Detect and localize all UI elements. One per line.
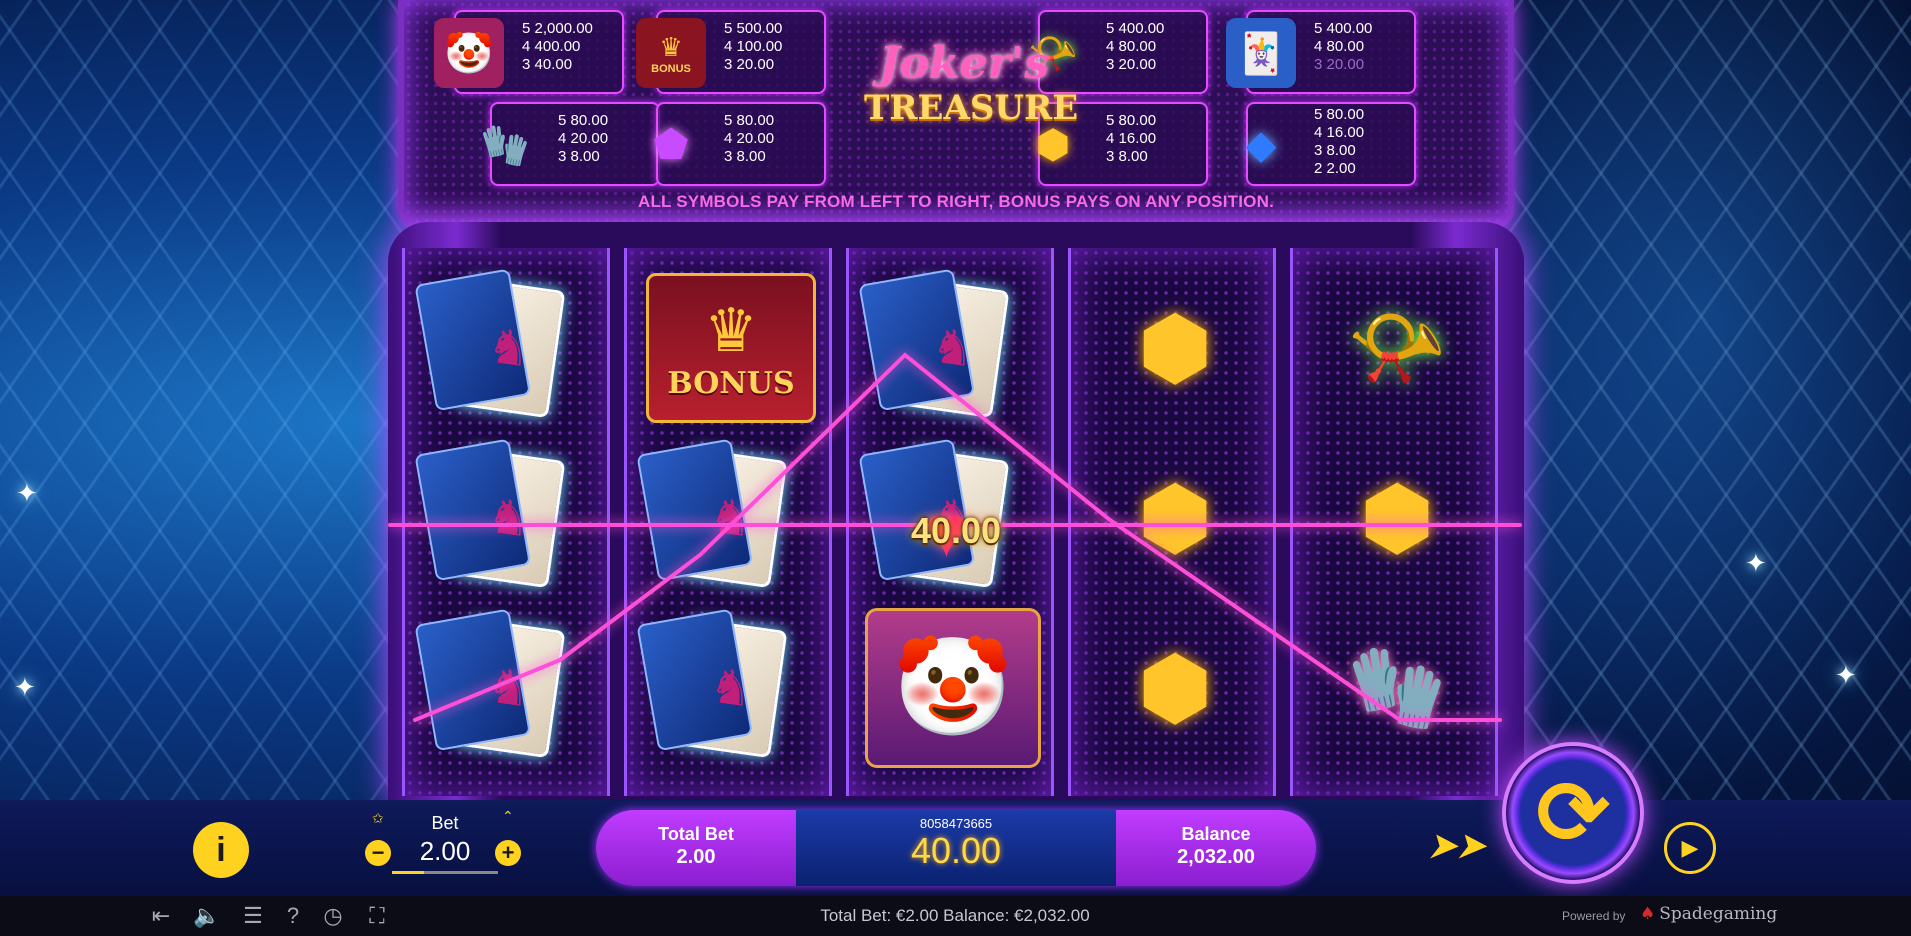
menu-icon[interactable]: ☰ xyxy=(238,904,268,928)
balance-value: 2,032.00 xyxy=(1177,846,1255,868)
payout-lines: 5 400.00 4 80.00 3 20.00 xyxy=(1106,20,1165,73)
reel-4: ⬢ ⬢ ⬢ xyxy=(1068,248,1276,796)
gloves-icon: 🧤 xyxy=(1347,643,1447,732)
payout-lines: 5 80.00 4 16.00 3 8.00 xyxy=(1106,112,1157,165)
joker-card-icon: ♞ xyxy=(641,438,821,598)
spin-icon: ⟳ xyxy=(1536,763,1610,862)
joker-card-icon: ♞ xyxy=(419,268,599,428)
yellow-gem-icon: ⬢ xyxy=(1359,470,1435,566)
paytable-entry: ⬟ 5 80.00 4 20.00 3 8.00 xyxy=(654,102,826,186)
line-win-amount: 40.00 xyxy=(910,510,1002,551)
bet-summary-panel: Total Bet 2.00 8058473665 40.00 Balance … xyxy=(596,810,1316,886)
bonus-label: BONUS xyxy=(667,365,795,401)
reel-1: ♞ ♞ ♞ xyxy=(402,248,610,796)
total-bet-value: 2.00 xyxy=(676,846,716,868)
payout-lines: 5 80.00 4 20.00 3 8.00 xyxy=(558,112,609,165)
jester-icon: 🤡 xyxy=(863,608,1043,768)
paytable-entry: 🤡 5 2,000.00 4 400.00 3 40.00 xyxy=(434,10,624,94)
bet-label: Bet xyxy=(431,813,459,833)
sound-icon[interactable]: 🔈 xyxy=(192,904,222,928)
reel-5: 📯 ⬢ 🧤 xyxy=(1290,248,1498,796)
payout-lines: 5 2,000.00 4 400.00 3 40.00 xyxy=(522,20,593,73)
powered-by-label: Powered by xyxy=(1562,909,1626,923)
brand-name: ♠ Spadegaming xyxy=(1640,904,1777,924)
jester-icon: 🤡 xyxy=(434,18,504,88)
payout-lines: 5 80.00 4 20.00 3 8.00 xyxy=(724,112,775,165)
sparkle-icon: ✦ xyxy=(14,672,36,702)
paytable-entry: 🃏 5 400.00 4 80.00 3 20.00 xyxy=(1226,10,1416,94)
payout-lines: 5 500.00 4 100.00 3 20.00 xyxy=(724,20,783,73)
exit-icon[interactable]: ⇤ xyxy=(146,904,176,928)
autoplay-button[interactable]: ▶ xyxy=(1664,822,1716,874)
sparkle-icon: ✦ xyxy=(16,478,38,508)
joker-card-icon: ♞ xyxy=(641,608,821,768)
payout-lines: 5 80.00 4 16.00 3 8.00 2 2.00 xyxy=(1314,106,1365,177)
sparkle-icon: ✦ xyxy=(1835,660,1857,690)
yellow-gem-icon: ⬢ xyxy=(1137,640,1213,736)
max-bet-icon[interactable]: ⌃ xyxy=(502,808,514,825)
paytable: 🤡 5 2,000.00 4 400.00 3 40.00 ♛ BONUS 5 5… xyxy=(398,0,1514,228)
paytable-entry: ◆ 5 80.00 4 16.00 3 8.00 2 2.00 xyxy=(1246,102,1416,186)
logo-subtitle: TREASURE xyxy=(864,88,1079,128)
win-value: 40.00 xyxy=(910,830,1002,871)
payout-lines: 5 400.00 4 80.00 3 20.00 xyxy=(1314,20,1373,73)
bet-value: 2.00 xyxy=(419,836,471,866)
paytable-note: ALL SYMBOLS PAY FROM LEFT TO RIGHT, BONU… xyxy=(637,192,1274,211)
bonus-crown-icon: ♛ BONUS xyxy=(641,268,821,428)
game-logo: Joker's TREASURE xyxy=(864,38,1079,160)
paytable-entry: 🧤 5 80.00 4 20.00 3 8.00 xyxy=(480,102,660,186)
fullscreen-icon[interactable]: ⛶ xyxy=(362,904,392,928)
turbo-button[interactable]: ➤➤ xyxy=(1428,826,1485,870)
joker-card-icon: 🃏 xyxy=(1226,18,1296,88)
total-bet-label: Total Bet xyxy=(658,824,734,844)
sparkle-icon: ✦ xyxy=(1745,548,1767,578)
win-panel: 8058473665 40.00 xyxy=(796,810,1116,886)
balance-label: Balance xyxy=(1181,824,1251,844)
help-icon[interactable]: ? xyxy=(278,904,308,928)
reel-2: ♛ BONUS ♞ ♞ xyxy=(624,248,832,796)
gloves-icon: 🧤 xyxy=(480,123,530,168)
logo-title: Joker's xyxy=(878,38,1050,89)
spin-button[interactable]: ⟳ xyxy=(1502,742,1644,884)
yellow-gem-icon: ⬢ xyxy=(1137,470,1213,566)
star-icon[interactable]: ✩ xyxy=(372,810,384,827)
spade-icon: ♠ xyxy=(1640,904,1656,924)
footer-status: Total Bet: €2.00 Balance: €2,032.00 xyxy=(820,906,1090,925)
bet-increase-button[interactable]: + xyxy=(495,840,521,866)
horn-icon: 📯 xyxy=(1347,303,1447,392)
blue-gem-icon: ◆ xyxy=(1245,123,1277,167)
joker-card-icon: ♞ xyxy=(419,438,599,598)
brand-text: Spadegaming xyxy=(1659,904,1778,924)
bonus-crown-icon: ♛ BONUS xyxy=(636,18,706,88)
yellow-gem-icon: ⬢ xyxy=(1137,300,1213,396)
paytable-entry: ♛ BONUS 5 500.00 4 100.00 3 20.00 xyxy=(636,10,826,94)
joker-card-icon: ♞ xyxy=(419,608,599,768)
win-badge: ♥ 40.00 xyxy=(895,496,1017,568)
purple-gem-icon: ⬟ xyxy=(653,123,689,167)
bet-decrease-button[interactable]: − xyxy=(365,840,391,866)
history-icon[interactable]: ◷ xyxy=(318,904,348,928)
info-button[interactable]: i xyxy=(193,822,249,878)
round-id: 8058473665 xyxy=(919,816,993,831)
joker-card-icon: ♞ xyxy=(863,268,1043,428)
bet-slider[interactable] xyxy=(392,871,498,874)
game-stage: ✦ ✦ ✦ ✦ ✦ 🤡 5 2,000.00 4 400.00 3 40.00 … xyxy=(0,0,1911,936)
